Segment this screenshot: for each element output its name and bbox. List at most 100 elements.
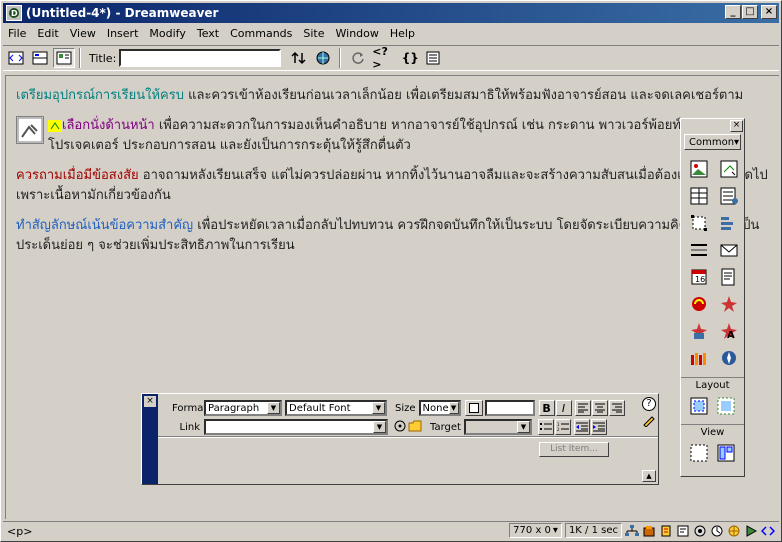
- outdent-icon: [575, 422, 588, 432]
- close-button[interactable]: ×: [761, 5, 777, 19]
- align-right-button[interactable]: [608, 400, 625, 416]
- unordered-list-icon: [539, 423, 552, 430]
- italic-button[interactable]: I: [555, 400, 572, 416]
- split-view-button[interactable]: [29, 48, 51, 68]
- collapse-properties-button[interactable]: ▲: [642, 470, 656, 482]
- menu-help[interactable]: Help: [385, 27, 421, 40]
- assets-icon[interactable]: [642, 524, 656, 538]
- css-styles-icon[interactable]: [676, 524, 690, 538]
- link-input[interactable]: ▼: [204, 419, 388, 435]
- format-select[interactable]: Paragraph ▼: [204, 400, 282, 416]
- code-inspector-icon[interactable]: [761, 524, 775, 538]
- list-item-button[interactable]: List Item...: [539, 442, 609, 457]
- text-color-input[interactable]: [484, 400, 535, 416]
- align-left-button[interactable]: [574, 400, 591, 416]
- insert-flash-button-icon[interactable]: [688, 320, 710, 342]
- insert-image-icon[interactable]: [688, 158, 710, 180]
- objects-panel: × Common ▾ 16 A Layout View: [680, 118, 745, 477]
- behaviors-icon[interactable]: [693, 524, 707, 538]
- menu-file[interactable]: File: [3, 27, 32, 40]
- view-options-button[interactable]: [423, 48, 445, 68]
- paragraph-2[interactable]: เลือกนั่งด้านหน้า เพื่อความสะดวกในการมอง…: [16, 116, 776, 156]
- menu-modify[interactable]: Modify: [144, 27, 191, 40]
- refresh-button[interactable]: [347, 48, 369, 68]
- menu-site[interactable]: Site: [298, 27, 330, 40]
- menu-edit[interactable]: Edit: [32, 27, 64, 40]
- unordered-list-button[interactable]: [537, 419, 554, 435]
- bold-button[interactable]: B: [538, 400, 555, 416]
- text-color-picker[interactable]: [464, 400, 483, 416]
- code-view-button[interactable]: [5, 48, 27, 68]
- font-select[interactable]: Default Font ▼: [285, 400, 387, 416]
- format-label: Format: [172, 402, 208, 414]
- history-icon[interactable]: [710, 524, 724, 538]
- ordered-list-button[interactable]: 12: [554, 419, 571, 435]
- insert-applet-icon[interactable]: [718, 347, 740, 369]
- menu-insert[interactable]: Insert: [102, 27, 145, 40]
- paragraph-3-heading: ควรถามเมื่อมีข้อสงสัย: [16, 168, 139, 183]
- design-view-button[interactable]: [53, 48, 75, 68]
- menu-commands[interactable]: Commands: [225, 27, 298, 40]
- objects-category-dropdown[interactable]: Common ▾: [684, 134, 741, 150]
- insert-rollover-icon[interactable]: [718, 158, 740, 180]
- size-label: Size: [395, 402, 416, 414]
- code-navigation-button[interactable]: {}: [399, 48, 421, 68]
- properties-divider: [158, 436, 658, 438]
- timelines-icon[interactable]: [727, 524, 741, 538]
- minimize-button[interactable]: _: [725, 5, 741, 19]
- folder-icon[interactable]: [408, 420, 422, 435]
- indent-button[interactable]: [590, 419, 607, 435]
- insert-date-icon[interactable]: 16: [688, 266, 710, 288]
- size-select[interactable]: None ▼: [418, 400, 461, 416]
- menu-text[interactable]: Text: [192, 27, 225, 40]
- insert-fireworks-icon[interactable]: [688, 347, 710, 369]
- file-management-button[interactable]: [289, 48, 311, 68]
- insert-hr-icon[interactable]: [688, 239, 710, 261]
- draw-layout-table-icon[interactable]: [715, 395, 737, 417]
- window-size-menu[interactable]: 770 x 0 ▾: [509, 523, 562, 538]
- insert-tabular-icon[interactable]: [718, 266, 740, 288]
- site-icon[interactable]: [625, 524, 639, 538]
- standard-view-icon[interactable]: [688, 442, 710, 464]
- menu-window[interactable]: Window: [331, 27, 385, 40]
- draw-layout-cell-icon[interactable]: [688, 395, 710, 417]
- document-content[interactable]: เตรียมอุปกรณ์การเรียนให้ครบ และควรเข้าห้…: [16, 86, 776, 266]
- insert-email-link-icon[interactable]: [718, 239, 740, 261]
- status-bar: <p> 770 x 0 ▾ 1K / 1 sec: [3, 521, 779, 540]
- page-title-input[interactable]: [119, 49, 282, 67]
- align-center-button[interactable]: [591, 400, 608, 416]
- code-view-icon: [8, 51, 24, 65]
- insert-tabular-data-icon[interactable]: [718, 185, 740, 207]
- objects-panel-close-button[interactable]: ×: [730, 120, 743, 132]
- properties-close-button[interactable]: ×: [144, 396, 156, 407]
- insert-table-icon[interactable]: [688, 185, 710, 207]
- paragraph-4-heading: ทำสัญลักษณ์เน้นข้อความสำคัญ: [16, 218, 194, 233]
- help-button[interactable]: ?: [642, 397, 656, 411]
- preview-browser-button[interactable]: [313, 48, 335, 68]
- menu-view[interactable]: View: [65, 27, 102, 40]
- image-placeholder[interactable]: [16, 116, 44, 144]
- menu-bar: File Edit View Insert Modify Text Comman…: [3, 24, 421, 42]
- paragraph-4[interactable]: ทำสัญลักษณ์เน้นข้อความสำคัญ เพื่อประหยัด…: [16, 216, 776, 256]
- tag-selector[interactable]: <p>: [7, 525, 32, 538]
- quick-tag-editor-icon[interactable]: [642, 413, 656, 430]
- dreamweaver-app-icon[interactable]: D: [6, 5, 22, 21]
- layout-view-icon[interactable]: [715, 442, 737, 464]
- paragraph-1[interactable]: เตรียมอุปกรณ์การเรียนให้ครบ และควรเข้าห้…: [16, 86, 776, 106]
- insert-flash-icon[interactable]: [718, 293, 740, 315]
- paragraph-3[interactable]: ควรถามเมื่อมีข้อสงสัย อาจถามหลังเรียนเสร…: [16, 166, 776, 206]
- reference-button[interactable]: <?>: [371, 45, 397, 71]
- outdent-button[interactable]: [573, 419, 590, 435]
- insert-navigation-bar-icon[interactable]: [718, 212, 740, 234]
- html-styles-icon[interactable]: [659, 524, 673, 538]
- target-select[interactable]: ▼: [463, 419, 532, 435]
- window-title: (Untitled-4*) - Dreamweaver: [26, 6, 219, 20]
- point-to-file-icon[interactable]: [394, 420, 406, 435]
- anchor-icon[interactable]: [48, 119, 62, 132]
- insert-flash-text-icon[interactable]: A: [718, 320, 740, 342]
- insert-shockwave-icon[interactable]: [688, 293, 710, 315]
- play-icon[interactable]: [744, 524, 758, 538]
- chevron-down-icon: ▼: [448, 402, 459, 414]
- draw-layer-icon[interactable]: [688, 212, 710, 234]
- maximize-button[interactable]: □: [742, 5, 758, 19]
